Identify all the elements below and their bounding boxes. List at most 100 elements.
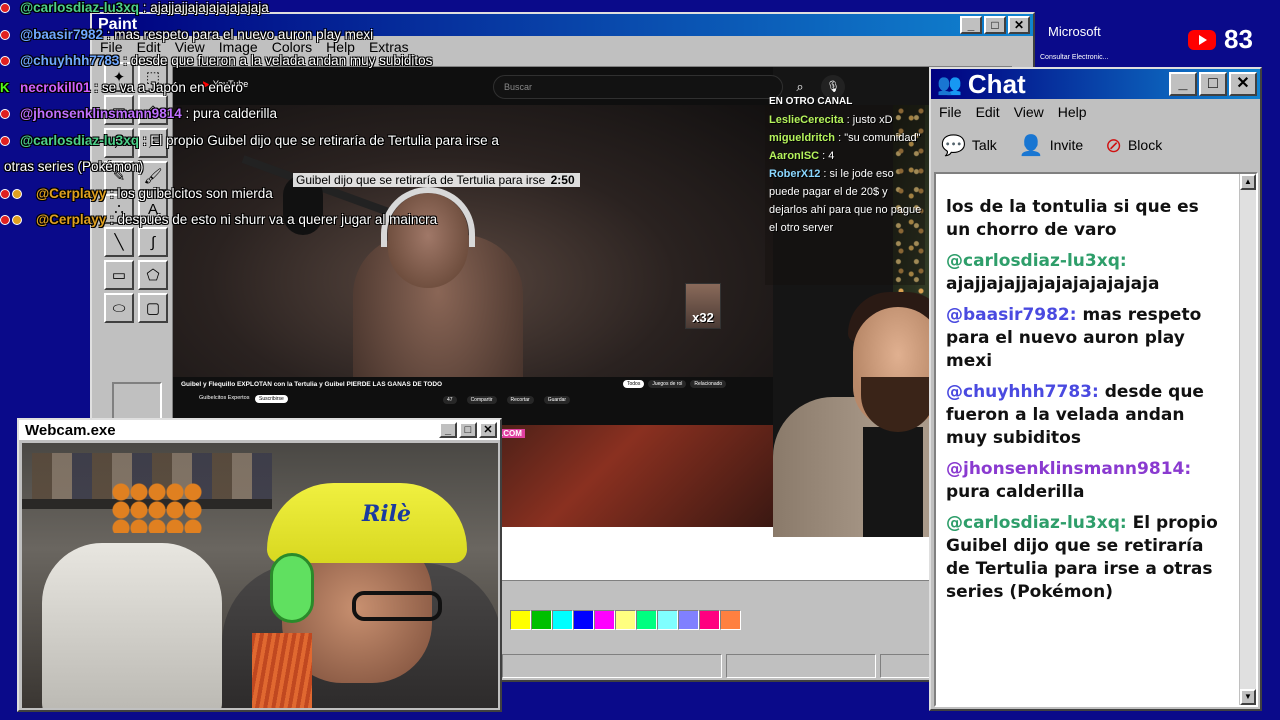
- chat-message: @chuyhhh7783: desde que fueron a la vela…: [946, 381, 1226, 450]
- chair: [42, 543, 222, 708]
- youtube-badge-icon: [0, 106, 20, 122]
- block-label: Block: [1127, 137, 1163, 153]
- menu-edit[interactable]: Edit: [976, 104, 1000, 120]
- side-chat-line: RoberX12 : si le jode eso puede pagar el…: [769, 168, 922, 234]
- subscribe-button[interactable]: Suscribirse: [255, 395, 288, 403]
- side-chat-line: AaronISC : 4: [769, 150, 835, 162]
- overlay-chat-user: @chuyhhh7783: [20, 53, 120, 68]
- overlay-chat-text: los guibelcitos son mierda: [117, 185, 273, 201]
- overlay-chat-line: @carlosdiaz-lu3xq : El propio Guibel dij…: [0, 133, 540, 160]
- color-swatch[interactable]: [657, 610, 678, 630]
- overlay-chat-line: Knecrokill01 : se va a Japón en enero: [0, 80, 540, 107]
- maximize-button[interactable]: □: [1199, 72, 1227, 96]
- side-chat-user: migueldritch: [769, 132, 836, 144]
- overlay-chat-line: @jhonsenklinsmann9814 : pura calderilla: [0, 106, 540, 133]
- color-swatch[interactable]: [615, 610, 636, 630]
- chat-message: @baasir7982: mas respeto para el nuevo a…: [946, 304, 1226, 373]
- channel-name[interactable]: Guibelcitos Expertos: [199, 395, 249, 401]
- menu-file[interactable]: File: [939, 104, 962, 120]
- chat-titlebar[interactable]: 👥 Chat _ □ ✕: [931, 69, 1260, 99]
- talk-button[interactable]: 💬 Talk: [941, 133, 997, 158]
- color-swatch[interactable]: [678, 610, 699, 630]
- rounded-rect-icon[interactable]: ▢: [138, 293, 168, 323]
- ellipse-icon[interactable]: ⬭: [104, 293, 134, 323]
- scroll-down-icon[interactable]: ▼: [1240, 689, 1256, 705]
- chat-text: ajajjajajjajajajajajajaja: [946, 274, 1160, 294]
- overlay-chat: @carlosdiaz-lu3xq : ajajjajjajajajajajaj…: [0, 0, 540, 239]
- color-swatch[interactable]: [552, 610, 573, 630]
- overlay-chat-user: @baasir7982: [20, 26, 103, 42]
- overlay-chat-text: después de esto ni shurr va a querer jug…: [117, 212, 438, 227]
- minimize-button[interactable]: _: [960, 16, 982, 34]
- color-swatch[interactable]: [510, 610, 531, 630]
- cap-text: Rilè: [362, 501, 411, 527]
- close-button[interactable]: ✕: [1008, 16, 1030, 34]
- chat-message: los de la tontulia si que es un chorro d…: [946, 196, 1226, 242]
- chat-username: @carlosdiaz-lu3xq:: [946, 513, 1127, 533]
- close-button[interactable]: ✕: [1229, 72, 1257, 96]
- invite-icon: 👤: [1018, 134, 1044, 157]
- like-button[interactable]: 47: [443, 396, 457, 404]
- youtube-badge-icon: [0, 212, 36, 228]
- chip-rpg[interactable]: Juegos de rol: [648, 380, 687, 388]
- webcam-feed: Rilè: [22, 443, 498, 708]
- overlay-chat-line: @chuyhhh7783 : desde que fueron a la vel…: [0, 53, 540, 80]
- side-chat-line: migueldritch : "su comunidad": [769, 132, 921, 144]
- scroll-up-icon[interactable]: ▲: [1240, 174, 1256, 190]
- overlay-chat-line: @carlosdiaz-lu3xq : ajajjajjajajajajajaj…: [0, 0, 540, 27]
- chat-username: @jhonsenklinsmann9814:: [946, 459, 1192, 479]
- menu-help[interactable]: Help: [1058, 104, 1087, 120]
- minimize-button[interactable]: _: [439, 422, 457, 438]
- youtube-badge-icon: [0, 53, 20, 69]
- color-swatch[interactable]: [699, 610, 720, 630]
- youtube-icon: [1188, 29, 1216, 50]
- chat-text: los de la tontulia si que es un chorro d…: [946, 197, 1199, 240]
- save-button[interactable]: Guardar: [543, 396, 571, 404]
- side-chat-user: RoberX12: [769, 168, 821, 180]
- chip-related[interactable]: Relacionado: [690, 380, 727, 388]
- side-chat-header: EN OTRO CANAL: [769, 96, 853, 107]
- polygon-icon[interactable]: ⬠: [138, 260, 168, 290]
- chat-username: @baasir7982:: [946, 305, 1077, 325]
- close-button[interactable]: ✕: [479, 422, 497, 438]
- chat-title: Chat: [967, 68, 1026, 99]
- maximize-button[interactable]: □: [459, 422, 477, 438]
- share-button[interactable]: Compartir: [466, 396, 497, 404]
- chip-all[interactable]: Todos: [623, 380, 645, 388]
- webcam-window: Webcam.exe _ □ ✕ Rilè: [17, 418, 502, 712]
- status-cell: [502, 654, 722, 678]
- pink-label: .COM: [498, 429, 525, 438]
- chat-messages: los de la tontulia si que es un chorro d…: [946, 196, 1226, 636]
- clip-button[interactable]: Recortar: [506, 396, 534, 404]
- overlay-chat-user: @carlosdiaz-lu3xq: [20, 0, 139, 15]
- flowers: [112, 483, 202, 533]
- minimize-button[interactable]: _: [1169, 72, 1197, 96]
- overlay-chat-sep: :: [102, 26, 115, 42]
- overlay-chat-sep: :: [119, 53, 131, 68]
- chat-message: @carlosdiaz-lu3xq: El propio Guibel dijo…: [946, 512, 1226, 604]
- rectangle-icon[interactable]: ▭: [104, 260, 134, 290]
- invite-button[interactable]: 👤 Invite: [1019, 133, 1083, 158]
- color-swatch[interactable]: [531, 610, 552, 630]
- block-button[interactable]: ⊘ Block: [1105, 133, 1162, 158]
- chat-pane: los de la tontulia si que es un chorro d…: [934, 172, 1258, 707]
- overlay-chat-sep: :: [90, 79, 102, 95]
- overlay-chat-text: ajajjajjajajajajajajaja: [150, 0, 269, 15]
- background-scene: [493, 425, 773, 527]
- related-chips: Todos Juegos de rol Relacionado: [623, 380, 727, 388]
- color-swatch[interactable]: [636, 610, 657, 630]
- glasses: [352, 591, 442, 621]
- overlay-chat-sep: :: [106, 185, 118, 201]
- color-swatch[interactable]: [573, 610, 594, 630]
- microsoft-subtext: Consultar Electronic...: [1040, 54, 1109, 61]
- maximize-button[interactable]: □: [984, 16, 1006, 34]
- color-swatch[interactable]: [594, 610, 615, 630]
- webcam-titlebar[interactable]: Webcam.exe _ □ ✕: [19, 420, 500, 440]
- overlay-chat-line: @Cerplayy : los guibelcitos son mierda: [0, 186, 540, 213]
- menu-view[interactable]: View: [1014, 104, 1044, 120]
- chat-toolbar: 💬 Talk 👤 Invite ⊘ Block: [931, 125, 1260, 165]
- overlay-chat-user: @Cerplayy: [36, 185, 107, 201]
- chat-scrollbar[interactable]: ▲ ▼: [1239, 174, 1256, 705]
- color-swatch[interactable]: [720, 610, 741, 630]
- overlay-chat-user: @carlosdiaz-lu3xq: [20, 132, 139, 148]
